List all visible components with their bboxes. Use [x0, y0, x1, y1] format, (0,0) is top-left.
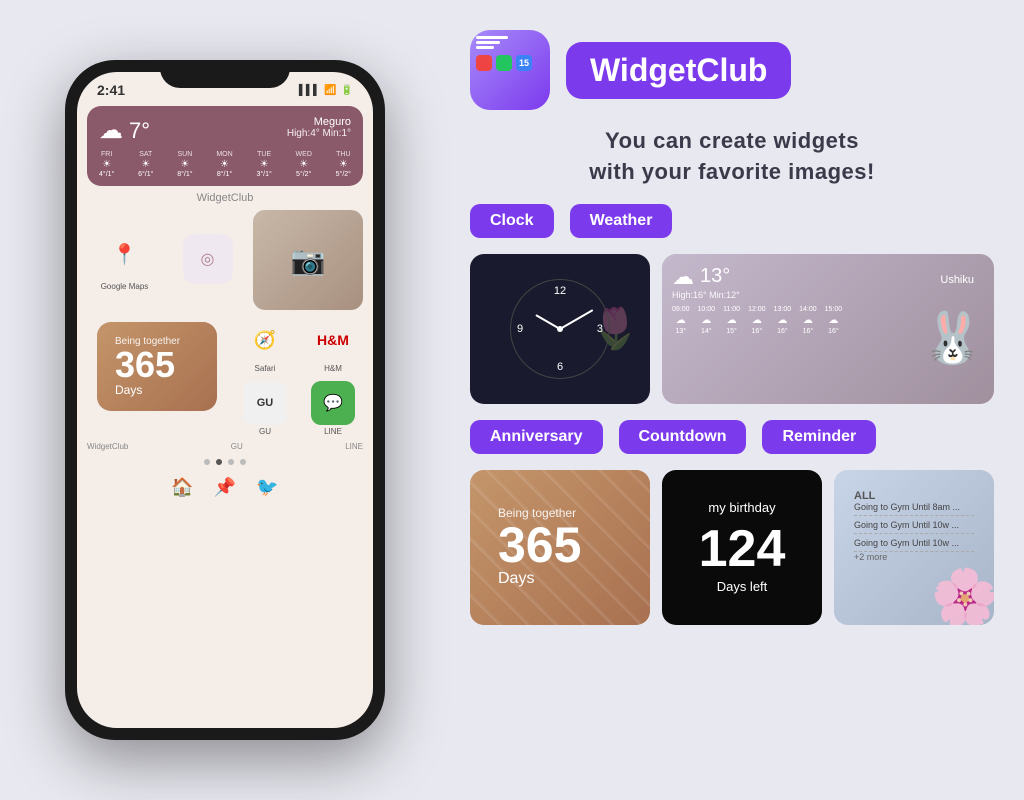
countdown-subtitle: Days left: [717, 579, 768, 594]
wp-location: Ushiku: [940, 274, 974, 286]
tagline-line2: with your favorite images!: [470, 157, 994, 188]
gu-app[interactable]: GU GU: [235, 381, 295, 436]
dot-1: [204, 459, 210, 465]
maps-label: Google Maps: [101, 282, 149, 291]
weather-widget[interactable]: ☁ 7° Meguro High:4° Min:1° FRI☀4°/1° SAT…: [87, 106, 363, 186]
brand-name: WidgetClub: [590, 52, 767, 89]
clock-12-label: 12: [554, 285, 566, 297]
app-icon-large: 15: [470, 30, 550, 110]
gu-label-bottom: GU: [231, 442, 243, 451]
clock-minute-hand: [560, 309, 594, 330]
anniversary-widget[interactable]: Being together 365 Days: [97, 322, 217, 411]
reminder-item-1: Going to Gym Until 8am ...: [854, 502, 974, 516]
hm-app[interactable]: H&M H&M: [303, 318, 363, 373]
safari-app[interactable]: 🧭 Safari: [235, 318, 295, 373]
weather-minmax: High:4° Min:1°: [287, 128, 351, 139]
reminder-more: +2 more: [854, 552, 974, 562]
reminder-all-label: ALL: [854, 490, 974, 502]
unknown-app[interactable]: ◎: [170, 234, 245, 286]
clock-hour-hand: [535, 314, 560, 330]
reminder-item-3: Going to Gym Until 10w ...: [854, 538, 974, 552]
bottom-category-row: Anniversary Countdown Reminder: [470, 420, 994, 454]
bird-icon[interactable]: 🐦: [256, 477, 278, 498]
countdown-category-btn[interactable]: Countdown: [619, 420, 747, 454]
clock-category-btn[interactable]: Clock: [470, 204, 554, 238]
top-widgets-row: 🌷 12 3 6 9 🐰 ☁ 13° High: [470, 254, 994, 404]
bottom-widgets-row: Being together 365 Days my birthday 124 …: [470, 470, 994, 625]
header-row: 15 WidgetClub: [470, 30, 994, 110]
countdown-widget-preview[interactable]: my birthday 124 Days left: [662, 470, 822, 625]
anniv-preview-number: 365: [498, 520, 622, 570]
widget-club-label: WidgetClub: [77, 192, 373, 204]
anniv-days: Days: [115, 383, 199, 397]
wp-minmax: High:16° Min:12°: [672, 290, 984, 300]
reminder-items: Going to Gym Until 8am ... Going to Gym …: [854, 502, 974, 552]
phone-frame: 2:41 ▌▌▌ 📶 🔋 ☁ 7° Meguro: [65, 60, 385, 740]
weather-days-row: FRI☀4°/1° SAT☀6°/1° SUN☀8°/1° MON☀8°/1° …: [99, 151, 351, 178]
tagline-line1: You can create widgets: [470, 126, 994, 157]
reminder-widget-preview[interactable]: 🌸 ALL Going to Gym Until 8am ... Going t…: [834, 470, 994, 625]
clock-6-label: 6: [557, 361, 563, 373]
countdown-number: 124: [699, 523, 786, 575]
weather-temperature: 7°: [129, 118, 150, 144]
widgetclub-label-bottom: WidgetClub: [87, 442, 128, 451]
countdown-title: my birthday: [708, 500, 775, 515]
anniversary-widget-preview[interactable]: Being together 365 Days: [470, 470, 650, 625]
weather-cloud-icon: ☁: [99, 116, 123, 145]
dot-4: [240, 459, 246, 465]
maps-app[interactable]: 📍 Google Maps: [87, 230, 162, 291]
category-buttons: Clock Weather: [470, 204, 994, 238]
bottom-icons-row: 🏠 📌 🐦: [77, 471, 373, 504]
wp-hours-row: 09:00☁13° 10:00☁14° 11:00☁15° 12:00☁16° …: [672, 306, 984, 335]
weather-category-btn[interactable]: Weather: [570, 204, 673, 238]
anniv-preview-subtitle: Being together: [498, 506, 622, 520]
weather-preview-content: ☁ 13° High:16° Min:12° Ushiku 09:00☁13° …: [672, 264, 984, 335]
clock-9-label: 9: [517, 323, 523, 335]
home-icon[interactable]: 🏠: [171, 477, 193, 498]
dot-2: [216, 459, 222, 465]
wp-temp: 13°: [700, 265, 730, 288]
weather-widget-preview[interactable]: 🐰 ☁ 13° High:16° Min:12° Ushiku 09:00☁13…: [662, 254, 994, 404]
signal-icon: ▌▌▌: [299, 85, 320, 96]
wp-cloud-icon: ☁: [672, 264, 694, 290]
pin-icon[interactable]: 📌: [214, 477, 236, 498]
tagline: You can create widgets with your favorit…: [470, 126, 994, 188]
wifi-icon: 📶: [324, 85, 336, 96]
right-section: 15 WidgetClub You can create widgets wit…: [450, 0, 1024, 800]
phone-section: 2:41 ▌▌▌ 📶 🔋 ☁ 7° Meguro: [0, 0, 450, 800]
page-dots: [77, 453, 373, 471]
reminder-category-btn[interactable]: Reminder: [762, 420, 876, 454]
status-time: 2:41: [97, 82, 125, 98]
clock-face: 12 3 6 9: [510, 279, 610, 379]
anniversary-category-btn[interactable]: Anniversary: [470, 420, 603, 454]
clock-3-label: 3: [597, 323, 603, 335]
phone-notch: [160, 60, 290, 88]
anniv-subtitle: Being together: [115, 336, 199, 347]
photo-widget[interactable]: 📷: [253, 210, 363, 310]
brand-badge: WidgetClub: [566, 42, 791, 99]
reminder-item-2: Going to Gym Until 10w ...: [854, 520, 974, 534]
clock-widget-preview[interactable]: 🌷 12 3 6 9: [470, 254, 650, 404]
line-label-bottom: LINE: [345, 442, 363, 451]
status-icons: ▌▌▌ 📶 🔋: [299, 85, 353, 96]
app-grid: 📍 Google Maps ◎ 📷: [77, 206, 373, 314]
anniv-number: 365: [115, 347, 199, 383]
dot-3: [228, 459, 234, 465]
line-app[interactable]: 💬 LINE: [303, 381, 363, 436]
battery-icon: 🔋: [341, 85, 353, 96]
phone-screen: 2:41 ▌▌▌ 📶 🔋 ☁ 7° Meguro: [77, 72, 373, 728]
weather-location: Meguro: [287, 116, 351, 128]
